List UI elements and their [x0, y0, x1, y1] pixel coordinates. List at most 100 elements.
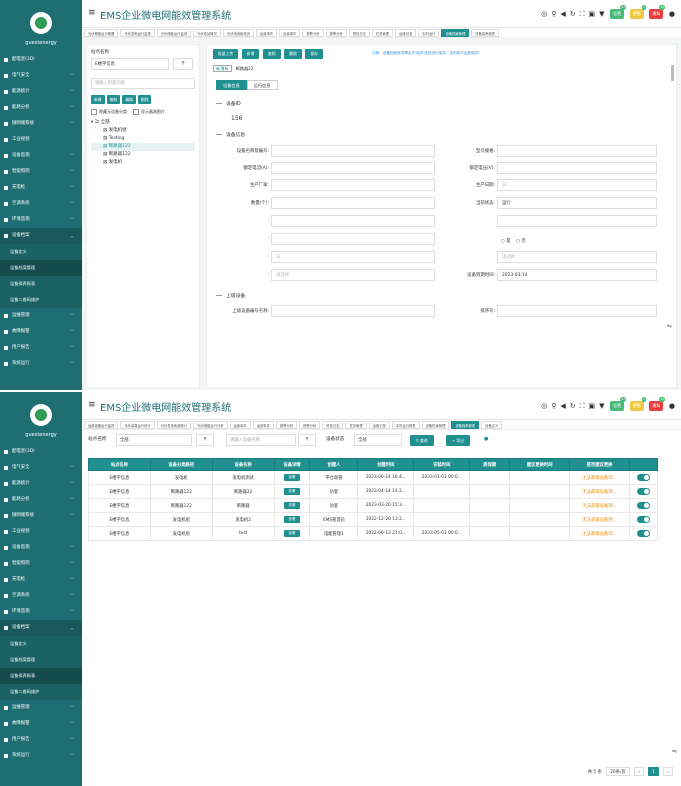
- sidebar-item[interactable]: 设备档案 ︿: [0, 620, 82, 636]
- search-icon[interactable]: ⚲: [298, 434, 316, 446]
- sidebar-item[interactable]: 设备监测 ﹀: [0, 540, 82, 556]
- sidebar-item[interactable]: 用户报告 ﹀: [0, 732, 82, 748]
- field-input[interactable]: 请选择: [271, 269, 435, 281]
- tab[interactable]: 光伏电站概况: [193, 29, 221, 37]
- view-button[interactable]: 查看: [284, 502, 300, 509]
- breadcrumb-item[interactable]: 断路器22: [236, 66, 254, 71]
- user-icon[interactable]: ●: [669, 10, 675, 18]
- warning-badge[interactable]: 预警 0: [629, 5, 646, 19]
- tab[interactable]: 运维记录: [395, 29, 417, 37]
- site-select[interactable]: E楼宇信息: [91, 58, 169, 70]
- scrollbar[interactable]: [671, 65, 674, 81]
- tab[interactable]: 实时运行报表: [391, 421, 420, 429]
- sidebar-item[interactable]: 工业视频: [0, 132, 82, 148]
- tab[interactable]: 运维记录: [368, 421, 390, 429]
- image-icon[interactable]: ▣: [589, 10, 596, 18]
- tab[interactable]: 运营事件: [229, 421, 251, 429]
- fullscreen-icon[interactable]: ⛶: [580, 402, 585, 411]
- sidebar-item[interactable]: 设备档案 ︿: [0, 228, 82, 244]
- sidebar-item[interactable]: 运维管理 ﹀: [0, 700, 82, 716]
- tab[interactable]: 光伏发电运行监视: [120, 29, 155, 37]
- field-input[interactable]: [497, 162, 657, 174]
- tab-run-info[interactable]: 运行信息: [246, 80, 278, 90]
- hamburger-icon[interactable]: ≡: [88, 401, 96, 410]
- field-input[interactable]: [271, 145, 435, 157]
- tab[interactable]: 运营事件: [255, 29, 278, 37]
- sidebar-item[interactable]: 系统运行 ﹀: [0, 748, 82, 764]
- collapse-icon[interactable]: ⇋: [667, 323, 672, 330]
- tree-node[interactable]: ▤ Testing: [91, 135, 195, 143]
- hamburger-icon[interactable]: ≡: [88, 9, 96, 18]
- tab[interactable]: 运营事件: [279, 29, 301, 37]
- tab-device-info[interactable]: 设备信息: [216, 80, 247, 90]
- view-button[interactable]: 查看: [284, 488, 300, 495]
- sidebar-subitem[interactable]: 设备档案管理: [0, 260, 82, 276]
- sidebar-item[interactable]: 环境监测 ﹀: [0, 604, 82, 620]
- device-name-input[interactable]: 请输入设备名称: [226, 434, 296, 446]
- tree-node[interactable]: ▤ 断路器122: [91, 151, 195, 159]
- radio-yes[interactable]: ○ 是: [501, 239, 511, 244]
- sort-input[interactable]: [497, 305, 657, 317]
- search-icon[interactable]: ⚲: [551, 10, 556, 18]
- notice-badge[interactable]: 通知 12: [649, 397, 666, 411]
- export-button[interactable]: + 导出: [446, 435, 470, 446]
- fullscreen-icon[interactable]: ⛶: [580, 10, 585, 19]
- status-select[interactable]: 全部: [354, 434, 402, 446]
- field-input[interactable]: 请选择: [497, 251, 657, 263]
- view-button[interactable]: 查看: [284, 516, 300, 523]
- hide-empty-checkbox[interactable]: 隐藏无设备分类: [91, 109, 127, 115]
- sidebar-item[interactable]: 配电室(3D): [0, 52, 82, 68]
- sidebar-item[interactable]: 微网储系统 ﹀: [0, 508, 82, 524]
- view-button[interactable]: 查看: [284, 474, 300, 481]
- alarm-badge[interactable]: 告警 47: [610, 5, 627, 19]
- volume-icon[interactable]: ◀: [560, 10, 565, 18]
- search-icon[interactable]: ⚲: [551, 402, 556, 410]
- tab[interactable]: 光伏储能运行概要: [84, 29, 119, 37]
- sidebar-item[interactable]: 智能照明 ﹀: [0, 164, 82, 180]
- sidebar-item[interactable]: 微网储系统 ﹀: [0, 116, 82, 132]
- tree-node[interactable]: ▤ 发电机组: [91, 127, 195, 135]
- copy-button[interactable]: 复制: [106, 95, 121, 104]
- tree-node[interactable]: ▾ 🗀 全部: [91, 119, 195, 127]
- sidebar-subitem[interactable]: 设备二维码维护: [0, 292, 82, 308]
- info-icon[interactable]: ●: [484, 436, 488, 442]
- sidebar-item[interactable]: 系统运行 ﹀: [0, 356, 82, 372]
- tab[interactable]: 报警分析: [299, 421, 321, 429]
- delete-button[interactable]: 删除: [284, 49, 302, 59]
- tab[interactable]: 设备档案管理: [421, 421, 450, 429]
- tab[interactable]: 设备保养报表: [451, 421, 480, 429]
- sidebar-item[interactable]: 故障报警 ﹀: [0, 324, 82, 340]
- sidebar-item[interactable]: 能源统计 ﹀: [0, 84, 82, 100]
- sidebar-item[interactable]: 智能照明 ﹀: [0, 556, 82, 572]
- tab[interactable]: 光伏装置运行统计: [120, 421, 155, 429]
- alarm-badge[interactable]: 告警 47: [610, 397, 627, 411]
- field-input[interactable]: [271, 162, 435, 174]
- clock-icon[interactable]: ◎: [541, 10, 547, 18]
- tab[interactable]: 设备定义: [481, 421, 503, 429]
- parent-input[interactable]: [271, 305, 435, 317]
- query-button[interactable]: ⚲ 查询: [410, 435, 434, 446]
- sidebar-item[interactable]: 空调系统 ﹀: [0, 196, 82, 212]
- sidebar-subitem[interactable]: 设备保养报表: [0, 276, 82, 292]
- enable-toggle[interactable]: [636, 530, 650, 537]
- search-icon[interactable]: ⚲: [173, 58, 193, 70]
- sidebar-item[interactable]: 工业视频: [0, 524, 82, 540]
- tab[interactable]: 实时运行: [418, 29, 440, 37]
- tab[interactable]: 设备档案管理: [441, 29, 470, 37]
- batch-upload-button[interactable]: 批量上传: [213, 49, 239, 59]
- tree-node[interactable]: ▤ 发电机: [91, 159, 195, 167]
- sidebar-item[interactable]: 运维管理 ﹀: [0, 308, 82, 324]
- field-input[interactable]: 日: [497, 179, 657, 191]
- tab[interactable]: 任务管理: [345, 421, 367, 429]
- notice-badge[interactable]: 通知 12: [649, 5, 666, 19]
- search-icon[interactable]: ⚲: [196, 434, 214, 446]
- sidebar-item[interactable]: 环境监测 ﹀: [0, 212, 82, 228]
- view-button[interactable]: 查看: [284, 530, 300, 537]
- collapse-icon[interactable]: ⇋: [672, 748, 677, 755]
- user-icon[interactable]: ●: [669, 402, 675, 410]
- sidebar-item[interactable]: 用户报告 ﹀: [0, 340, 82, 356]
- sidebar-item[interactable]: 空调系统 ﹀: [0, 588, 82, 604]
- tab[interactable]: 光伏电池板电流: [222, 29, 254, 37]
- refresh-icon[interactable]: ↻: [570, 402, 576, 410]
- tab[interactable]: 运营事件: [252, 421, 274, 429]
